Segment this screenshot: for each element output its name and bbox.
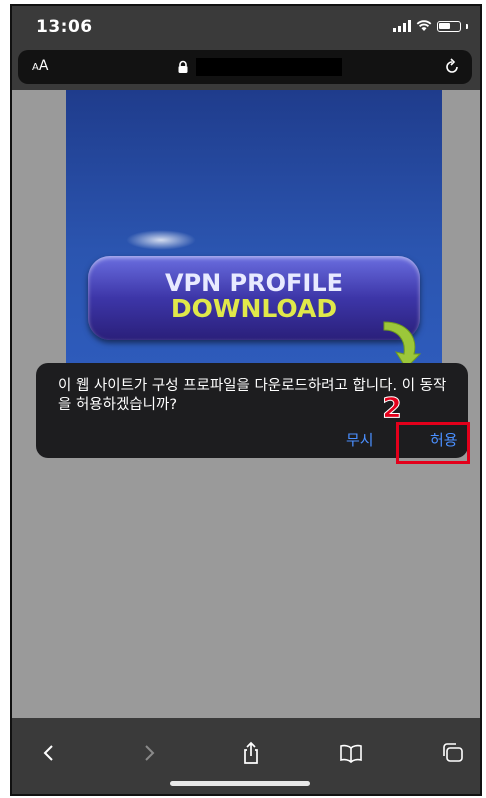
banner-line-2: DOWNLOAD (170, 294, 338, 323)
lock-icon (178, 60, 188, 73)
redacted-url[interactable] (196, 58, 342, 76)
phone-screen: 13:06 AA VPN PROFILE DOWNLOAD 이 웹 사이트가 구… (10, 4, 482, 796)
status-bar: 13:06 (12, 6, 480, 50)
battery-tip (466, 23, 468, 29)
reload-icon[interactable] (442, 57, 462, 77)
cellular-signal-icon (393, 20, 411, 32)
step-number-badge: 2 (382, 391, 402, 424)
address-bar[interactable]: AA (18, 50, 472, 84)
banner-line-1: VPN PROFILE (164, 269, 344, 297)
battery-icon (437, 20, 461, 32)
status-icons (393, 20, 468, 32)
banner-glow (126, 230, 196, 250)
tabs-icon[interactable] (440, 740, 466, 766)
status-time: 13:06 (36, 17, 93, 37)
chevron-right-icon[interactable] (136, 740, 162, 766)
ignore-button[interactable]: 무시 (346, 429, 374, 450)
download-arrow-icon (383, 321, 422, 368)
wifi-icon (416, 20, 432, 31)
allow-highlight-box (396, 422, 470, 464)
vpn-banner-image: VPN PROFILE DOWNLOAD (66, 90, 442, 382)
text-size-button[interactable]: AA (32, 58, 48, 74)
home-indicator[interactable] (170, 781, 310, 786)
chevron-left-icon[interactable] (36, 740, 62, 766)
vpn-profile-download-graphic: VPN PROFILE DOWNLOAD (88, 256, 420, 340)
share-icon[interactable] (238, 740, 264, 766)
book-icon[interactable] (338, 740, 364, 766)
browser-toolbar (12, 718, 480, 794)
